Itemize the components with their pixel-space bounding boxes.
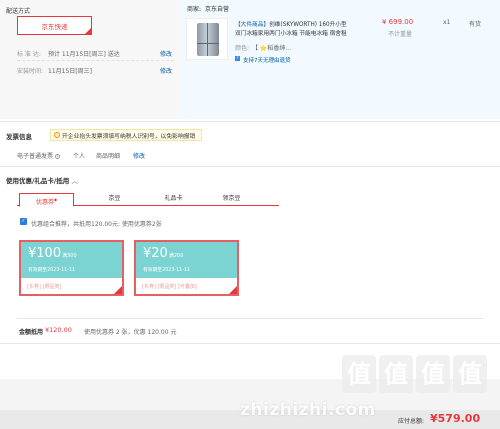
coupon-tabs: 优惠券◆ 京豆 礼品卡 领京豆	[17, 193, 279, 207]
watermark-logo: 值	[379, 355, 413, 393]
invoice-tip: i 开企业抬头发票须填写纳税人识别号，以免影响报销	[50, 129, 202, 141]
edit-install-link[interactable]: 修改	[160, 66, 172, 75]
selected-check-icon	[229, 286, 237, 294]
chevron-up-icon[interactable]: ︿	[72, 177, 79, 185]
invoice-type: 电子普通发票 ?	[17, 153, 60, 160]
tab-gift-card[interactable]: 礼品卡	[146, 193, 201, 206]
product-title-line2[interactable]: 双门冰箱家用两门小冰箱 节能电冰箱 宿舍租	[235, 28, 347, 37]
tab-coupons[interactable]: 优惠券◆	[19, 193, 74, 207]
watermark-logo: 值	[416, 355, 450, 393]
coupon-validity: 有效期至2023-11-11	[28, 268, 76, 273]
divider	[0, 166, 500, 167]
info-icon: i	[54, 132, 60, 138]
fridge-door-line	[207, 23, 208, 56]
install-time-label: 安装时间:	[17, 68, 44, 75]
tab-get-beans[interactable]: 领京豆	[204, 193, 259, 206]
total-label: 应付总额:	[398, 418, 425, 425]
standard-delivery-value: 预计 11月15日[周三] 送达	[48, 51, 120, 58]
invoice-individual: 个人	[73, 153, 86, 160]
fridge-compartment-line	[197, 43, 219, 44]
coupon-tags: [东券] [限品类]	[27, 284, 62, 290]
product-quantity: x1	[443, 19, 451, 26]
combo-checkbox[interactable]: ✓	[20, 218, 27, 225]
watermark-logo: 值	[342, 355, 376, 393]
return-policy-text[interactable]: 支持7天无理由退货	[243, 56, 291, 64]
invoice-section-title: 发票信息	[6, 133, 32, 141]
deduction-detail: 使用优惠券 2 张，优惠 120.00 元	[84, 329, 177, 336]
coupons-section-title[interactable]: 使用优惠/礼品卡/抵用 ︿	[6, 175, 78, 185]
color-value: 【 ⭐稻香绅...	[252, 45, 292, 52]
coupon-tags: [东券] [限品类] [可叠加]	[142, 284, 197, 290]
stock-status: 有货	[469, 21, 482, 28]
seller-label: 商家:	[187, 6, 202, 13]
edit-delivery-link[interactable]: 修改	[160, 49, 172, 58]
help-icon[interactable]: ?	[54, 154, 60, 159]
watermark-logo: 值	[453, 355, 487, 393]
fridge-icon	[197, 23, 219, 56]
return-policy-icon: 7	[235, 56, 240, 61]
coupon-card[interactable]: ¥100满300 有效期至2023-11-11 [东券] [限品类]	[19, 240, 124, 296]
product-image[interactable]	[186, 18, 228, 60]
combo-text: 优惠组合推荐，共抵用120.00元: 使用优惠券2张	[31, 221, 162, 228]
total-amount: ¥579.00	[430, 412, 481, 425]
invoice-detail: 商品明细	[96, 153, 121, 160]
divider	[17, 318, 483, 319]
divider	[0, 343, 500, 344]
seller-name: 京东自营	[205, 6, 230, 13]
coupon-card[interactable]: ¥20满200 有效期至2023-11-11 [东券] [限品类] [可叠加]	[134, 240, 239, 296]
divider	[17, 60, 174, 61]
install-time-value: 11月15日[周三]	[48, 68, 92, 75]
coupon-amount: ¥20满200	[143, 246, 184, 261]
product-price: ¥ 699.00	[382, 18, 414, 26]
watermark-text: zhizhizhi.com	[240, 400, 376, 420]
standard-delivery-label: 标 准 达:	[17, 51, 41, 58]
product-title[interactable]: 【大件商品】创维(SKYWORTH) 160升小型	[235, 19, 347, 28]
express-shipping-button[interactable]: 京东快递	[17, 16, 92, 35]
weight-note: 不计重量	[388, 31, 413, 38]
edit-invoice-link[interactable]: 修改	[133, 151, 145, 160]
divider	[0, 121, 500, 122]
color-label: 颜色:	[235, 45, 250, 52]
coupon-validity: 有效期至2023-11-11	[143, 268, 191, 273]
deduction-amount: ¥120.00	[45, 326, 72, 334]
product-panel	[180, 0, 500, 119]
delivery-section-title: 配送方式	[6, 8, 31, 15]
selected-check-icon	[114, 286, 122, 294]
tab-jd-beans[interactable]: 京豆	[87, 193, 142, 206]
coupon-amount: ¥100满300	[28, 246, 77, 261]
deduction-label: 金额抵用	[19, 329, 44, 336]
